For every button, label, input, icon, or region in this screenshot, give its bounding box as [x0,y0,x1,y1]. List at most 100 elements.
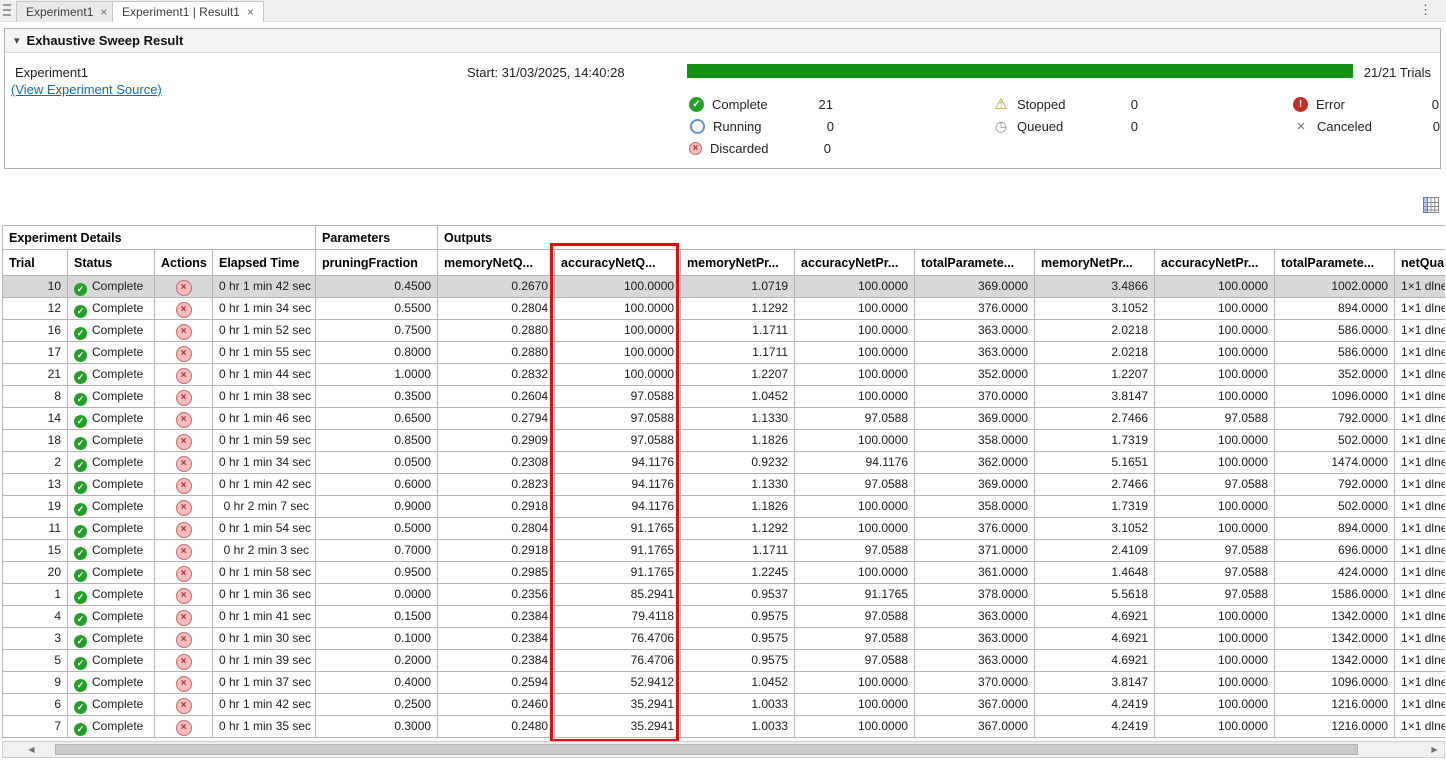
column-header[interactable]: accuracyNetPr... [795,250,915,276]
discard-trial-button[interactable]: × [176,676,192,692]
value-cell: 91.1765 [795,584,915,606]
discard-trial-button[interactable]: × [176,588,192,604]
table-row[interactable]: 20✓Complete×0 hr 1 min 58 sec0.95000.298… [3,562,1446,584]
table-row[interactable]: 14✓Complete×0 hr 1 min 46 sec0.65000.279… [3,408,1446,430]
table-row[interactable]: 10✓Complete×0 hr 1 min 42 sec0.45000.267… [3,276,1446,298]
table-row[interactable]: 17✓Complete×0 hr 1 min 55 sec0.80000.288… [3,342,1446,364]
table-row[interactable]: 5✓Complete×0 hr 1 min 39 sec0.20000.2384… [3,650,1446,672]
discard-trial-button[interactable]: × [176,280,192,296]
table-row[interactable]: 3✓Complete×0 hr 1 min 30 sec0.10000.2384… [3,628,1446,650]
table-row[interactable]: 12✓Complete×0 hr 1 min 34 sec0.55000.280… [3,298,1446,320]
scroll-left-button[interactable]: ◀ [23,743,40,756]
column-header[interactable]: Actions [155,250,213,276]
discard-trial-button[interactable]: × [176,610,192,626]
discard-trial-button[interactable]: × [176,324,192,340]
value-cell: 100.0000 [795,430,915,452]
scroll-right-button[interactable]: ▶ [1426,743,1443,756]
column-header[interactable]: totalParamete... [1275,250,1395,276]
horizontal-scrollbar[interactable]: ◀ ▶ [2,741,1445,758]
discard-trial-button[interactable]: × [176,544,192,560]
discard-trial-button[interactable]: × [176,500,192,516]
value-cell: 76.4706 [555,650,681,672]
discarded-icon: × [689,142,702,155]
discard-trial-button[interactable]: × [176,522,192,538]
table-row[interactable]: 13✓Complete×0 hr 1 min 42 sec0.60000.282… [3,474,1446,496]
actions-cell: × [155,562,213,584]
discard-trial-button[interactable]: × [176,368,192,384]
table-columns-button[interactable] [1421,195,1441,215]
discard-trial-button[interactable]: × [176,390,192,406]
column-header[interactable]: netQuan [1395,250,1445,276]
value-cell: 363.0000 [915,650,1035,672]
complete-icon: ✓ [689,97,704,112]
complete-icon: ✓ [74,525,87,538]
legend-column-1: ✓ Complete 21 Running 0 × Discarded 0 [689,93,834,159]
column-header[interactable]: pruningFraction [316,250,438,276]
table-row[interactable]: 21✓Complete×0 hr 1 min 44 sec1.00000.283… [3,364,1446,386]
table-row[interactable]: 19✓Complete×0 hr 2 min 7 sec0.90000.2918… [3,496,1446,518]
value-cell: 0.2384 [438,606,555,628]
actions-cell: × [155,276,213,298]
table-row[interactable]: 16✓Complete×0 hr 1 min 52 sec0.75000.288… [3,320,1446,342]
table-row[interactable]: 15✓Complete×0 hr 2 min 3 sec0.70000.2918… [3,540,1446,562]
table-row[interactable]: 4✓Complete×0 hr 1 min 41 sec0.15000.2384… [3,606,1446,628]
column-header[interactable]: accuracyNetQ... [555,250,681,276]
column-header[interactable]: memoryNetQ... [438,250,555,276]
table-row[interactable]: 1✓Complete×0 hr 1 min 36 sec0.00000.2356… [3,584,1446,606]
tab-experiment1-result1[interactable]: Experiment1 | Result1 × [112,1,264,22]
discard-trial-button[interactable]: × [176,456,192,472]
value-cell: 100.0000 [555,364,681,386]
column-header[interactable]: Trial [3,250,68,276]
value-cell: 3.1052 [1035,298,1155,320]
close-icon[interactable]: × [100,6,107,18]
value-cell: 0.2000 [316,650,438,672]
table-row[interactable]: 11✓Complete×0 hr 1 min 54 sec0.50000.280… [3,518,1446,540]
discard-trial-button[interactable]: × [176,566,192,582]
value-cell: 370.0000 [915,386,1035,408]
column-header[interactable]: accuracyNetPr... [1155,250,1275,276]
value-cell: 502.0000 [1275,496,1395,518]
scrollbar-thumb[interactable] [55,744,1358,755]
collapse-arrow-icon[interactable]: ▾ [14,34,20,47]
elapsed-time-cell: 0 hr 1 min 59 sec [213,430,316,452]
overflow-menu-icon[interactable]: ⋮ [1419,2,1432,18]
discard-trial-button[interactable]: × [176,346,192,362]
column-header[interactable]: Status [68,250,155,276]
discard-trial-button[interactable]: × [176,654,192,670]
tab-list-icon[interactable] [3,4,13,18]
table-row[interactable]: 18✓Complete×0 hr 1 min 59 sec0.85000.290… [3,430,1446,452]
table-row[interactable]: 8✓Complete×0 hr 1 min 38 sec0.35000.2604… [3,386,1446,408]
value-cell: 0.2356 [438,584,555,606]
discard-trial-button[interactable]: × [176,434,192,450]
value-cell: 100.0000 [1155,320,1275,342]
value-cell: 1.0033 [681,716,795,738]
value-cell: 76.4706 [555,628,681,650]
progress-bar [687,64,1353,78]
tab-experiment1[interactable]: Experiment1 × [16,1,117,22]
panel-header[interactable]: ▾ Exhaustive Sweep Result [5,29,1440,53]
status-cell: ✓Complete [68,606,155,628]
column-header[interactable]: memoryNetPr... [1035,250,1155,276]
discard-trial-button[interactable]: × [176,478,192,494]
legend-stopped: ⚠ Stopped 0 [993,93,1138,115]
discard-trial-button[interactable]: × [176,698,192,714]
table-row[interactable]: 6✓Complete×0 hr 1 min 42 sec0.25000.2460… [3,694,1446,716]
discard-trial-button[interactable]: × [176,720,192,736]
column-header[interactable]: memoryNetPr... [681,250,795,276]
value-cell: 5.1651 [1035,452,1155,474]
column-header[interactable]: Elapsed Time [213,250,316,276]
close-icon[interactable]: × [247,6,254,18]
discard-trial-button[interactable]: × [176,412,192,428]
table-row[interactable]: 9✓Complete×0 hr 1 min 37 sec0.40000.2594… [3,672,1446,694]
legend-count: 0 [1401,97,1439,112]
discard-trial-button[interactable]: × [176,302,192,318]
value-cell: 97.0588 [1155,540,1275,562]
discard-trial-button[interactable]: × [176,632,192,648]
view-experiment-source-link[interactable]: (View Experiment Source) [11,82,162,97]
trial-cell: 11 [3,518,68,540]
table-row[interactable]: 2✓Complete×0 hr 1 min 34 sec0.05000.2308… [3,452,1446,474]
column-header[interactable]: totalParamete... [915,250,1035,276]
table-row[interactable]: 7✓Complete×0 hr 1 min 35 sec0.30000.2480… [3,716,1446,738]
trial-cell: 16 [3,320,68,342]
actions-cell: × [155,628,213,650]
